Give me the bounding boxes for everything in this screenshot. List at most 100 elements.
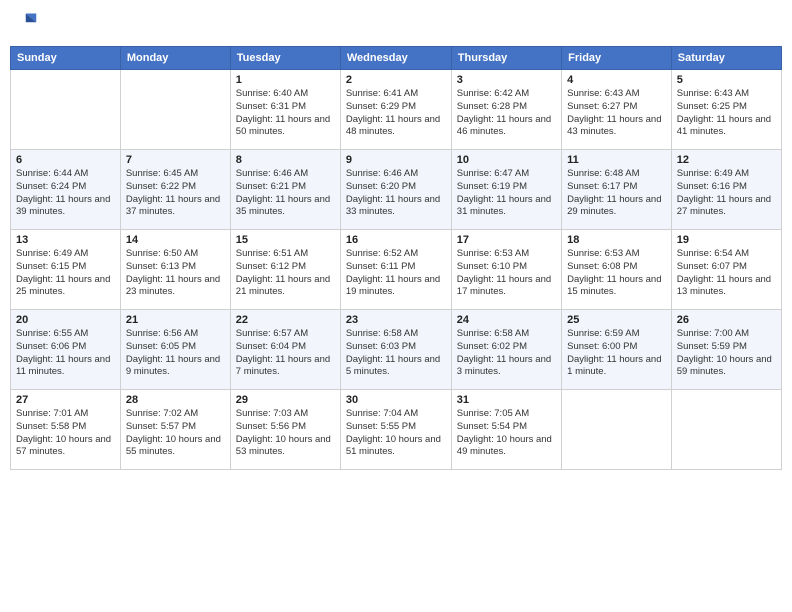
calendar-cell: 22 Sunrise: 6:57 AM Sunset: 6:04 PM Dayli… bbox=[230, 310, 340, 390]
calendar-cell: 26 Sunrise: 7:00 AM Sunset: 5:59 PM Dayli… bbox=[671, 310, 781, 390]
day-info: Sunrise: 6:59 AM Sunset: 6:00 PM Dayligh… bbox=[567, 328, 666, 379]
day-number: 13 bbox=[16, 234, 115, 246]
day-info: Sunrise: 6:50 AM Sunset: 6:13 PM Dayligh… bbox=[126, 248, 225, 299]
day-info: Sunrise: 6:41 AM Sunset: 6:29 PM Dayligh… bbox=[346, 88, 446, 139]
day-number: 22 bbox=[236, 314, 335, 326]
day-info: Sunrise: 6:51 AM Sunset: 6:12 PM Dayligh… bbox=[236, 248, 335, 299]
calendar-cell: 25 Sunrise: 6:59 AM Sunset: 6:00 PM Dayli… bbox=[562, 310, 672, 390]
calendar-cell bbox=[11, 70, 121, 150]
day-info: Sunrise: 6:58 AM Sunset: 6:02 PM Dayligh… bbox=[457, 328, 556, 379]
calendar-cell: 6 Sunrise: 6:44 AM Sunset: 6:24 PM Daylig… bbox=[11, 150, 121, 230]
day-info: Sunrise: 7:01 AM Sunset: 5:58 PM Dayligh… bbox=[16, 408, 115, 459]
day-number: 25 bbox=[567, 314, 666, 326]
day-number: 24 bbox=[457, 314, 556, 326]
day-info: Sunrise: 7:02 AM Sunset: 5:57 PM Dayligh… bbox=[126, 408, 225, 459]
day-info: Sunrise: 6:58 AM Sunset: 6:03 PM Dayligh… bbox=[346, 328, 446, 379]
calendar-cell: 2 Sunrise: 6:41 AM Sunset: 6:29 PM Daylig… bbox=[340, 70, 451, 150]
calendar-cell: 31 Sunrise: 7:05 AM Sunset: 5:54 PM Dayli… bbox=[451, 390, 561, 470]
day-info: Sunrise: 7:03 AM Sunset: 5:56 PM Dayligh… bbox=[236, 408, 335, 459]
day-info: Sunrise: 6:43 AM Sunset: 6:25 PM Dayligh… bbox=[677, 88, 776, 139]
calendar-cell: 13 Sunrise: 6:49 AM Sunset: 6:15 PM Dayli… bbox=[11, 230, 121, 310]
day-info: Sunrise: 6:54 AM Sunset: 6:07 PM Dayligh… bbox=[677, 248, 776, 299]
day-number: 10 bbox=[457, 154, 556, 166]
day-info: Sunrise: 6:55 AM Sunset: 6:06 PM Dayligh… bbox=[16, 328, 115, 379]
calendar-day-header: Saturday bbox=[671, 47, 781, 70]
day-info: Sunrise: 6:52 AM Sunset: 6:11 PM Dayligh… bbox=[346, 248, 446, 299]
calendar-cell bbox=[120, 70, 230, 150]
calendar-cell: 3 Sunrise: 6:42 AM Sunset: 6:28 PM Daylig… bbox=[451, 70, 561, 150]
calendar-week-row: 27 Sunrise: 7:01 AM Sunset: 5:58 PM Dayli… bbox=[11, 390, 782, 470]
day-number: 7 bbox=[126, 154, 225, 166]
calendar-cell: 11 Sunrise: 6:48 AM Sunset: 6:17 PM Dayli… bbox=[562, 150, 672, 230]
calendar-week-row: 1Sunrise: 6:40 AM Sunset: 6:31 PM Daylig… bbox=[11, 70, 782, 150]
logo-icon bbox=[10, 10, 38, 38]
calendar-cell: 7 Sunrise: 6:45 AM Sunset: 6:22 PM Daylig… bbox=[120, 150, 230, 230]
day-info: Sunrise: 7:00 AM Sunset: 5:59 PM Dayligh… bbox=[677, 328, 776, 379]
calendar-cell: 17 Sunrise: 6:53 AM Sunset: 6:10 PM Dayli… bbox=[451, 230, 561, 310]
day-info: Sunrise: 6:45 AM Sunset: 6:22 PM Dayligh… bbox=[126, 168, 225, 219]
calendar-cell: 29 Sunrise: 7:03 AM Sunset: 5:56 PM Dayli… bbox=[230, 390, 340, 470]
day-number: 14 bbox=[126, 234, 225, 246]
calendar-day-header: Wednesday bbox=[340, 47, 451, 70]
day-number: 31 bbox=[457, 394, 556, 406]
day-info: Sunrise: 6:57 AM Sunset: 6:04 PM Dayligh… bbox=[236, 328, 335, 379]
calendar-day-header: Monday bbox=[120, 47, 230, 70]
calendar-cell: 19 Sunrise: 6:54 AM Sunset: 6:07 PM Dayli… bbox=[671, 230, 781, 310]
calendar-cell: 16 Sunrise: 6:52 AM Sunset: 6:11 PM Dayli… bbox=[340, 230, 451, 310]
day-number: 29 bbox=[236, 394, 335, 406]
day-number: 21 bbox=[126, 314, 225, 326]
header bbox=[10, 10, 782, 38]
day-number: 16 bbox=[346, 234, 446, 246]
calendar-cell bbox=[671, 390, 781, 470]
day-info: Sunrise: 6:44 AM Sunset: 6:24 PM Dayligh… bbox=[16, 168, 115, 219]
calendar-cell: 12 Sunrise: 6:49 AM Sunset: 6:16 PM Dayli… bbox=[671, 150, 781, 230]
calendar-cell: 30 Sunrise: 7:04 AM Sunset: 5:55 PM Dayli… bbox=[340, 390, 451, 470]
calendar-cell: 1Sunrise: 6:40 AM Sunset: 6:31 PM Daylig… bbox=[230, 70, 340, 150]
day-number: 30 bbox=[346, 394, 446, 406]
day-info: Sunrise: 7:05 AM Sunset: 5:54 PM Dayligh… bbox=[457, 408, 556, 459]
calendar-cell: 9 Sunrise: 6:46 AM Sunset: 6:20 PM Daylig… bbox=[340, 150, 451, 230]
day-info: Sunrise: 6:49 AM Sunset: 6:16 PM Dayligh… bbox=[677, 168, 776, 219]
day-number: 12 bbox=[677, 154, 776, 166]
calendar-day-header: Friday bbox=[562, 47, 672, 70]
calendar-day-header: Thursday bbox=[451, 47, 561, 70]
day-number: 20 bbox=[16, 314, 115, 326]
calendar-table: SundayMondayTuesdayWednesdayThursdayFrid… bbox=[10, 46, 782, 470]
day-number: 23 bbox=[346, 314, 446, 326]
calendar-cell: 10 Sunrise: 6:47 AM Sunset: 6:19 PM Dayli… bbox=[451, 150, 561, 230]
day-number: 3 bbox=[457, 74, 556, 86]
calendar-header-row: SundayMondayTuesdayWednesdayThursdayFrid… bbox=[11, 47, 782, 70]
day-number: 9 bbox=[346, 154, 446, 166]
day-info: Sunrise: 6:48 AM Sunset: 6:17 PM Dayligh… bbox=[567, 168, 666, 219]
calendar-week-row: 13 Sunrise: 6:49 AM Sunset: 6:15 PM Dayli… bbox=[11, 230, 782, 310]
day-number: 26 bbox=[677, 314, 776, 326]
calendar-day-header: Tuesday bbox=[230, 47, 340, 70]
calendar-cell: 24 Sunrise: 6:58 AM Sunset: 6:02 PM Dayli… bbox=[451, 310, 561, 390]
day-number: 6 bbox=[16, 154, 115, 166]
day-info: Sunrise: 6:43 AM Sunset: 6:27 PM Dayligh… bbox=[567, 88, 666, 139]
day-number: 18 bbox=[567, 234, 666, 246]
day-info: Sunrise: 6:42 AM Sunset: 6:28 PM Dayligh… bbox=[457, 88, 556, 139]
calendar-cell bbox=[562, 390, 672, 470]
day-info: Sunrise: 6:49 AM Sunset: 6:15 PM Dayligh… bbox=[16, 248, 115, 299]
calendar-week-row: 6 Sunrise: 6:44 AM Sunset: 6:24 PM Daylig… bbox=[11, 150, 782, 230]
day-info: Sunrise: 7:04 AM Sunset: 5:55 PM Dayligh… bbox=[346, 408, 446, 459]
day-number: 11 bbox=[567, 154, 666, 166]
day-number: 17 bbox=[457, 234, 556, 246]
day-number: 15 bbox=[236, 234, 335, 246]
day-info: Sunrise: 6:47 AM Sunset: 6:19 PM Dayligh… bbox=[457, 168, 556, 219]
day-number: 27 bbox=[16, 394, 115, 406]
calendar-cell: 4 Sunrise: 6:43 AM Sunset: 6:27 PM Daylig… bbox=[562, 70, 672, 150]
day-info: Sunrise: 6:46 AM Sunset: 6:21 PM Dayligh… bbox=[236, 168, 335, 219]
day-info: Sunrise: 6:40 AM Sunset: 6:31 PM Dayligh… bbox=[236, 88, 335, 139]
day-info: Sunrise: 6:53 AM Sunset: 6:10 PM Dayligh… bbox=[457, 248, 556, 299]
day-number: 4 bbox=[567, 74, 666, 86]
day-info: Sunrise: 6:46 AM Sunset: 6:20 PM Dayligh… bbox=[346, 168, 446, 219]
calendar-cell: 27 Sunrise: 7:01 AM Sunset: 5:58 PM Dayli… bbox=[11, 390, 121, 470]
day-number: 5 bbox=[677, 74, 776, 86]
day-number: 2 bbox=[346, 74, 446, 86]
calendar-cell: 28Sunrise: 7:02 AM Sunset: 5:57 PM Dayli… bbox=[120, 390, 230, 470]
calendar-cell: 15 Sunrise: 6:51 AM Sunset: 6:12 PM Dayli… bbox=[230, 230, 340, 310]
calendar-cell: 23 Sunrise: 6:58 AM Sunset: 6:03 PM Dayli… bbox=[340, 310, 451, 390]
day-number: 19 bbox=[677, 234, 776, 246]
